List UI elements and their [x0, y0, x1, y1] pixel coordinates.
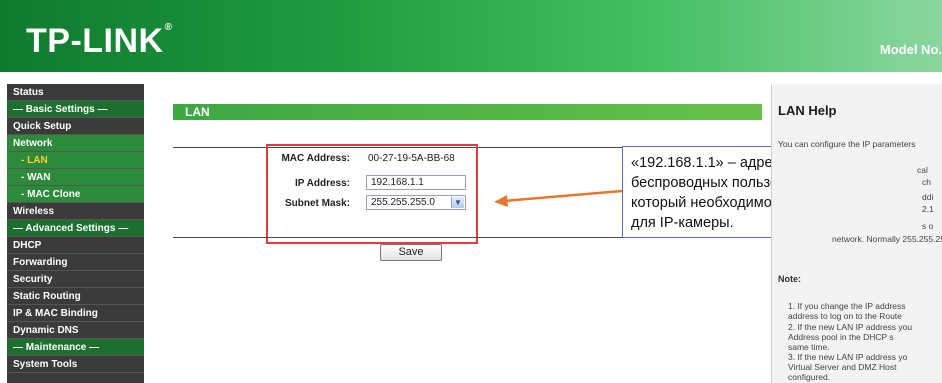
sidebar-menu: Status — Basic Settings — Quick Setup Ne…	[7, 84, 144, 383]
sidebar-item-network[interactable]: Network	[7, 135, 144, 152]
help-fragment-3: ddi	[922, 192, 934, 202]
sidebar-section-basic-settings: — Basic Settings —	[7, 101, 144, 118]
sidebar-item-quick-setup[interactable]: Quick Setup	[7, 118, 144, 135]
highlight-box	[266, 144, 478, 244]
help-panel: LAN Help You can configure the IP parame…	[771, 84, 942, 383]
help-fragment-1: cal	[917, 165, 928, 175]
help-note-2a: 2. If the new LAN IP address you	[788, 322, 913, 332]
sidebar-item-static-routing[interactable]: Static Routing	[7, 288, 144, 305]
header-banner: TP-LINK® Model No.	[0, 0, 942, 72]
annotation-arrow-head	[494, 195, 508, 207]
sidebar-section-maintenance: — Maintenance —	[7, 339, 144, 356]
sidebar-item-forwarding[interactable]: Forwarding	[7, 254, 144, 271]
sidebar-item-system-tools[interactable]: System Tools	[7, 356, 144, 373]
help-note-1a: 1. If you change the IP address	[788, 301, 906, 311]
sidebar-item-status[interactable]: Status	[7, 84, 144, 101]
sidebar-item-ip-mac-binding[interactable]: IP & MAC Binding	[7, 305, 144, 322]
model-number-label: Model No.	[879, 42, 942, 57]
help-fragment-4: 2.1	[922, 204, 934, 214]
sidebar-item-wan[interactable]: - WAN	[7, 169, 144, 186]
help-network-line: network. Normally 255.255.25	[832, 234, 942, 244]
help-fragment-5: s o	[922, 221, 934, 231]
annotation-arrow-icon	[494, 189, 623, 207]
help-fragment-2: ch	[922, 177, 931, 187]
help-note-3c: configured.	[788, 372, 831, 382]
help-note-label: Note:	[778, 274, 801, 284]
sidebar-section-advanced-settings: — Advanced Settings —	[7, 220, 144, 237]
sidebar-item-dynamic-dns[interactable]: Dynamic DNS	[7, 322, 144, 339]
help-title: LAN Help	[778, 103, 837, 118]
logo-trademark: ®	[164, 22, 173, 33]
save-button[interactable]: Save	[380, 244, 442, 261]
annotation-arrow-line	[503, 189, 623, 203]
sidebar-item-wireless[interactable]: Wireless	[7, 203, 144, 220]
help-note-3a: 3. If the new LAN IP address yo	[788, 352, 908, 362]
sidebar-item-lan[interactable]: - LAN	[7, 152, 144, 169]
help-note-3b: Virtual Server and DMZ Host	[788, 362, 897, 372]
help-note-2b: Address pool in the DHCP s	[788, 332, 894, 342]
logo-text: TP-LINK	[26, 22, 164, 60]
sidebar-item-dhcp[interactable]: DHCP	[7, 237, 144, 254]
page-title: LAN	[173, 104, 762, 120]
tp-link-logo: TP-LINK®	[26, 22, 172, 61]
sidebar-item-mac-clone[interactable]: - MAC Clone	[7, 186, 144, 203]
help-intro: You can configure the IP parameters	[778, 139, 916, 149]
help-note-1b: address to log on to the Route	[788, 311, 902, 321]
help-note-2c: same time.	[788, 342, 830, 352]
sidebar-item-security[interactable]: Security	[7, 271, 144, 288]
